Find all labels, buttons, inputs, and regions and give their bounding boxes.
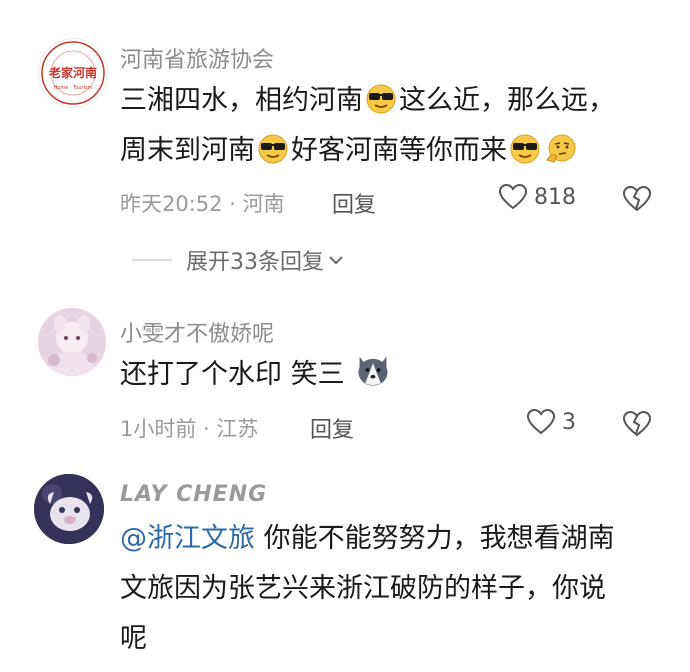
expand-replies-button[interactable]: 展开33条回复 [132,244,344,276]
comment-text: 还打了个水印 笑三 [120,350,393,400]
mention-link[interactable]: @浙江文旅 [120,523,255,554]
sunglasses-face-icon [510,134,540,164]
heart-outline-icon [526,408,556,435]
avatar[interactable] [34,474,104,544]
comment-text-part: 这么近，那么远， [399,85,615,116]
divider-line [132,259,172,261]
like-count: 3 [562,409,576,435]
username[interactable]: 小雯才不傲娇呢 [120,316,274,348]
comment-item: 老家河南 Home · Tourism 河南省旅游协会 三湘四水，相约河南 这么近… [0,0,690,290]
husky-face-icon [358,356,388,386]
like-button[interactable]: 818 [498,183,576,211]
reply-button[interactable]: 回复 [332,187,376,219]
comment-time-location: 1小时前 · 江苏 [120,417,259,441]
comment-text-part: 三湘四水，相约河南 [120,85,363,116]
avatar-image [34,474,104,544]
henan-tourism-logo: 老家河南 Home · Tourism [41,41,105,105]
comment-text-part: 还打了个水印 笑三 [120,359,345,390]
comment-text-part: 你能不能努努力，我想看湖南 [255,523,615,554]
like-button[interactable]: 3 [526,408,576,436]
sunglasses-face-icon [366,84,396,114]
comment-time-location: 昨天20:52 · 河南 [120,192,285,216]
broken-heart-icon[interactable] [622,185,652,213]
avatar[interactable]: 老家河南 Home · Tourism [38,38,108,108]
avatar[interactable] [38,308,106,376]
comment-text: @浙江文旅 你能不能努努力，我想看湖南 文旅因为张艺兴来浙江破防的样子，你说 呢 [120,514,660,664]
username[interactable]: 河南省旅游协会 [120,42,274,74]
thinking-face-icon [546,134,576,163]
comment-item: 小雯才不傲娇呢 还打了个水印 笑三 1小时前 · 江苏 回复 3 [0,290,690,470]
comment-item: LAY CHENG @浙江文旅 你能不能努努力，我想看湖南 文旅因为张艺兴来浙江… [0,470,690,672]
chevron-down-icon [329,256,343,265]
sunglasses-face-icon [258,134,288,164]
comment-text: 三湘四水，相约河南 这么近，那么远， 周末到河南 好客河南等你而来 [120,76,660,176]
comment-text-part: 好客河南等你而来 [291,135,507,166]
comment-text-line: 文旅因为张艺兴来浙江破防的样子，你说 [120,573,606,604]
comment-text-line: 呢 [120,623,147,654]
like-count: 818 [534,184,576,210]
comment-text-part: 周末到河南 [120,135,255,166]
expand-replies-label: 展开33条回复 [186,250,324,275]
svg-text:老家河南: 老家河南 [49,65,97,80]
avatar-image [38,308,106,376]
heart-outline-icon [498,183,528,210]
broken-heart-icon[interactable] [622,410,652,438]
username[interactable]: LAY CHENG [120,482,267,507]
svg-text:Home · Tourism: Home · Tourism [54,85,93,91]
reply-button[interactable]: 回复 [310,412,354,444]
